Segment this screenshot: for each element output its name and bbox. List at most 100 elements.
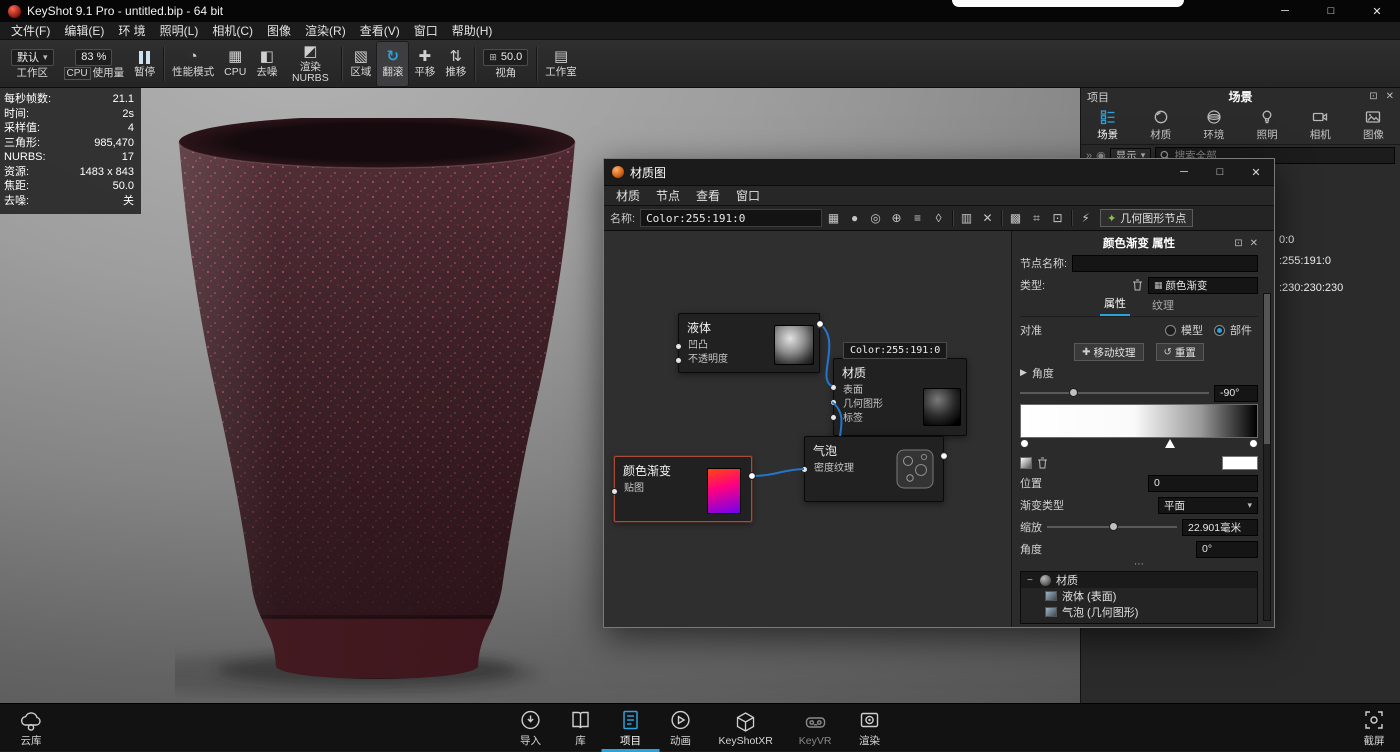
delete-node-icon[interactable]: [1132, 279, 1143, 291]
dock-screenshot[interactable]: 截屏: [1362, 704, 1386, 752]
gradient-stop[interactable]: [1020, 439, 1029, 448]
radio-model-label[interactable]: 模型: [1181, 322, 1203, 338]
tumble-button[interactable]: ↻ 翻滚: [376, 41, 409, 87]
radio-part-label[interactable]: 部件: [1230, 322, 1252, 338]
gradient-stop-selected[interactable]: [1165, 439, 1175, 448]
fov-widget[interactable]: ⊞50.0 视角: [478, 41, 533, 87]
radio-model[interactable]: [1165, 325, 1176, 336]
tree-item-liquid-surface[interactable]: 液体 (表面): [1021, 588, 1257, 604]
output-pin[interactable]: [748, 473, 755, 480]
delete-node-icon[interactable]: ✕: [978, 209, 997, 228]
workspace-selector[interactable]: 默认▾ 工作区: [6, 41, 59, 87]
dock-import[interactable]: 导入: [519, 704, 543, 752]
gradient-stop[interactable]: [1249, 439, 1258, 448]
float-panel-icon[interactable]: ⊡: [1369, 91, 1377, 102]
menu-window[interactable]: 窗口: [407, 22, 445, 40]
input-pin[interactable]: [675, 357, 682, 364]
region-button[interactable]: ▧ 区域: [345, 41, 376, 87]
angle-value-field[interactable]: -90°: [1214, 385, 1258, 402]
tab-properties[interactable]: 属性: [1100, 295, 1130, 316]
menu-environment[interactable]: 环 境: [111, 22, 152, 40]
tab-environment[interactable]: 环境: [1187, 105, 1240, 144]
denoise-button[interactable]: ◧ 去噪: [251, 41, 282, 87]
lock-node-icon[interactable]: ◊: [929, 209, 948, 228]
tab-camera[interactable]: 相机: [1294, 105, 1347, 144]
grid-icon[interactable]: ▩: [1006, 209, 1025, 228]
dolly-button[interactable]: ⇅ 推移: [440, 41, 471, 87]
scale-field[interactable]: 22.901毫米: [1182, 519, 1258, 536]
menu-node[interactable]: 节点: [648, 187, 688, 204]
input-pin[interactable]: [830, 399, 837, 406]
panel-splitter[interactable]: ⋯: [1020, 560, 1258, 571]
tree-item-bubbles-geometry[interactable]: 气泡 (几何图形): [1021, 604, 1257, 620]
menu-file[interactable]: 文件(F): [4, 22, 57, 40]
angle-slider[interactable]: [1020, 392, 1209, 394]
dock-render[interactable]: 渲染: [857, 704, 881, 752]
node-color-gradient-selected[interactable]: 颜色渐变 贴图: [614, 456, 752, 522]
node-liquid[interactable]: 液体 凹凸 不透明度: [678, 313, 820, 373]
add-stop-icon[interactable]: [1020, 457, 1032, 469]
render-preview-icon[interactable]: ◎: [866, 209, 885, 228]
menu-edit[interactable]: 编辑(E): [57, 22, 111, 40]
node-name-input[interactable]: [1072, 255, 1258, 272]
input-pin[interactable]: [830, 384, 837, 391]
dock-project[interactable]: 项目: [619, 704, 643, 752]
move-texture-button[interactable]: ✚ 移动纹理: [1074, 343, 1143, 361]
node-name-field[interactable]: Color:255:191:0: [640, 209, 822, 227]
menu-lighting[interactable]: 照明(L): [153, 22, 206, 40]
stop-color-swatch[interactable]: [1222, 456, 1258, 470]
scrollbar-thumb[interactable]: [1264, 294, 1270, 444]
maximize-button[interactable]: □: [1202, 159, 1238, 185]
radio-part[interactable]: [1214, 325, 1225, 336]
menu-view[interactable]: 查看(V): [353, 22, 407, 40]
input-pin[interactable]: [675, 343, 682, 350]
slider-handle[interactable]: [1109, 522, 1118, 531]
auto-layout-icon[interactable]: ⌗: [1027, 209, 1046, 228]
performance-mode-button[interactable]: ◔ 性能模式: [167, 41, 219, 87]
scrollbar[interactable]: [1263, 293, 1271, 621]
zoom-fit-icon[interactable]: ⊡: [1048, 209, 1067, 228]
angle2-field[interactable]: 0°: [1196, 541, 1258, 558]
scale-slider[interactable]: [1047, 526, 1177, 528]
menu-window[interactable]: 窗口: [728, 187, 768, 204]
menu-camera[interactable]: 相机(C): [205, 22, 260, 40]
material-preview-icon[interactable]: ●: [845, 209, 864, 228]
dock-library[interactable]: 库: [569, 704, 593, 752]
dock-animation[interactable]: 动画: [669, 704, 693, 752]
tab-image[interactable]: 图像: [1347, 105, 1400, 144]
close-button[interactable]: ✕: [1354, 0, 1400, 22]
close-panel-icon[interactable]: ✕: [1386, 91, 1394, 102]
tab-texture[interactable]: 纹理: [1148, 297, 1178, 316]
gradient-editor[interactable]: [1020, 404, 1258, 438]
dock-keyvr[interactable]: KeyVR: [799, 704, 832, 752]
pause-button[interactable]: 暂停: [129, 41, 160, 87]
node-material[interactable]: 材质 表面 几何图形 标签: [833, 358, 967, 436]
delete-stop-icon[interactable]: [1037, 457, 1048, 469]
slider-handle[interactable]: [1069, 388, 1078, 397]
maximize-button[interactable]: □: [1308, 0, 1354, 22]
section-caret-icon[interactable]: ▶: [1020, 367, 1027, 378]
menu-view[interactable]: 查看: [688, 187, 728, 204]
output-pin[interactable]: [816, 322, 823, 329]
cpu-button[interactable]: ▦ CPU: [219, 41, 251, 87]
type-dropdown[interactable]: ▦ 颜色渐变: [1148, 277, 1258, 294]
cpu-usage-widget[interactable]: 83 % CPU使用量: [59, 41, 130, 87]
minimize-button[interactable]: ─: [1262, 0, 1308, 22]
node-graph-canvas[interactable]: 液体 凹凸 不透明度 Color:255:191:0 材质 表面 几何图形 标签: [604, 231, 1011, 627]
menu-help[interactable]: 帮助(H): [445, 22, 500, 40]
output-pin[interactable]: [940, 453, 947, 460]
pan-button[interactable]: ✚ 平移: [409, 41, 440, 87]
align-nodes-icon[interactable]: ≡: [908, 209, 927, 228]
node-bubbles[interactable]: 气泡 密度纹理: [804, 436, 944, 502]
connect-nodes-icon[interactable]: ⚡: [1076, 209, 1095, 228]
menu-render[interactable]: 渲染(R): [298, 22, 353, 40]
save-icon[interactable]: ▦: [824, 209, 843, 228]
menu-image[interactable]: 图像: [260, 22, 298, 40]
tree-item-material[interactable]: − 材质: [1021, 572, 1257, 588]
close-panel-icon[interactable]: ✕: [1250, 238, 1258, 249]
studio-button[interactable]: ▤ 工作室: [540, 41, 582, 87]
dock-keyshotxr[interactable]: KeyShotXR: [719, 704, 773, 752]
float-panel-icon[interactable]: ⊡: [1234, 238, 1242, 249]
menu-material[interactable]: 材质: [608, 187, 648, 204]
geometry-node-button[interactable]: ✦ 几何图形节点: [1100, 209, 1193, 227]
